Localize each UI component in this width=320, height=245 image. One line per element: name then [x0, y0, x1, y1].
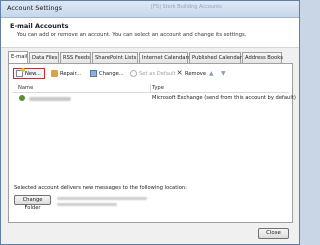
repair-button-label: Repair...	[60, 70, 82, 77]
remove-button[interactable]: ✕ Remove	[176, 68, 207, 79]
remove-icon: ✕	[176, 69, 183, 77]
title-bar: Account Settings [FS] Stork Building Acc…	[1, 1, 299, 18]
default-account-check-icon	[19, 95, 25, 101]
change-button[interactable]: Change...	[90, 68, 124, 79]
account-toolbar: New... Repair... Change... Set as Defaul…	[13, 68, 289, 80]
set-default-label: Set as Default	[139, 70, 176, 77]
column-divider	[150, 84, 151, 93]
remove-button-label: Remove	[185, 70, 207, 77]
window-title: Account Settings	[7, 4, 62, 12]
change-button-label: Change...	[99, 70, 124, 77]
change-folder-button[interactable]: Change Folder	[14, 195, 51, 211]
set-default-icon	[130, 70, 137, 77]
close-button[interactable]: Close	[258, 228, 289, 239]
change-icon	[90, 70, 97, 77]
column-header-type[interactable]: Type	[152, 85, 164, 91]
set-default-button[interactable]: Set as Default	[130, 68, 176, 79]
blurred-folder-path-2	[57, 203, 117, 206]
background-window-title: [FS] Stork Building Accounts	[151, 4, 222, 10]
header-description: You can add or remove an account. You ca…	[17, 32, 247, 38]
move-up-button[interactable]: ▲	[209, 68, 216, 79]
new-account-icon	[16, 68, 25, 77]
email-tab-panel: New... Repair... Change... Set as Defaul…	[8, 63, 296, 223]
account-settings-dialog: Account Settings [FS] Stork Building Acc…	[0, 0, 300, 245]
tab-rss-feeds[interactable]: RSS Feeds	[60, 52, 91, 63]
blurred-account-name	[29, 97, 71, 101]
new-account-button[interactable]: New...	[13, 68, 45, 79]
tab-email[interactable]: E-mail	[8, 51, 28, 63]
repair-icon	[51, 70, 58, 77]
arrow-down-icon: ▼	[221, 70, 226, 77]
column-header-name[interactable]: Name	[18, 85, 33, 91]
dialog-header: E-mail Accounts You can add or remove an…	[1, 18, 299, 48]
header-title: E-mail Accounts	[10, 22, 69, 30]
tab-strip: E-mail Data Files RSS Feeds SharePoint L…	[8, 51, 296, 63]
tab-sharepoint-lists[interactable]: SharePoint Lists	[92, 52, 138, 63]
account-row[interactable]: Microsoft Exchange (send from this accou…	[13, 94, 296, 103]
blurred-folder-path	[57, 197, 147, 200]
accounts-list-header: Name Type	[13, 84, 289, 93]
new-button-label: New...	[25, 70, 41, 77]
tab-published-calendars[interactable]: Published Calendars	[189, 52, 245, 63]
delivery-location-text: Selected account delivers new messages t…	[14, 185, 187, 191]
account-type: Microsoft Exchange (send from this accou…	[152, 95, 296, 101]
arrow-up-icon: ▲	[209, 70, 214, 77]
tab-address-books[interactable]: Address Books	[242, 52, 283, 63]
move-down-button[interactable]: ▼	[221, 68, 228, 79]
tab-internet-calendars[interactable]: Internet Calendars	[139, 52, 190, 63]
tab-data-files[interactable]: Data Files	[29, 52, 59, 63]
repair-button[interactable]: Repair...	[51, 68, 81, 79]
